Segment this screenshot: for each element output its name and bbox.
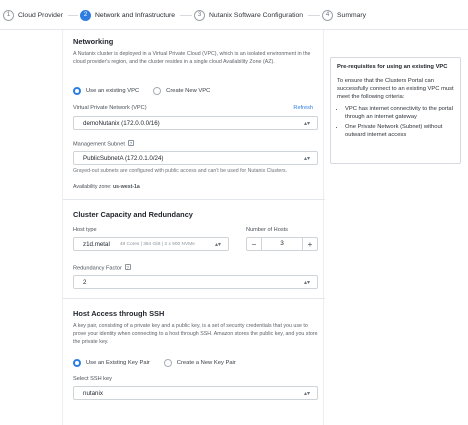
decrement-button[interactable]: − [247, 238, 261, 250]
ssh-description: A key pair, consisting of a private key … [73, 323, 318, 346]
hosts-label: Number of Hosts [246, 227, 288, 233]
panel-text: To ensure that the Clusters Portal can s… [337, 78, 454, 101]
step-number: 3 [194, 9, 205, 21]
chevron-updown-icon: ▴▾ [214, 241, 222, 248]
prerequisites-panel: Pre-requisites for using an existing VPC… [330, 57, 461, 164]
radio-selected-icon [73, 359, 81, 367]
refresh-link[interactable]: Refresh [293, 105, 313, 111]
redundancy-value: 2 [83, 278, 87, 286]
section-divider [63, 298, 325, 299]
vpc-radio-group: Use an existing VPC Create New VPC [73, 87, 224, 95]
hosts-stepper: − 3 + [246, 237, 318, 251]
redundancy-select[interactable]: 2 ▴▾ [73, 275, 318, 289]
step-connector [180, 15, 192, 16]
radio-label: Create New VPC [166, 88, 211, 94]
radio-selected-icon [73, 87, 81, 95]
radio-unselected-icon [153, 87, 162, 95]
subnet-label: Management Subnet? [73, 140, 134, 148]
subnet-select-value: PublicSubnetA (172.0.1.0/24) [83, 154, 164, 162]
help-icon[interactable]: ? [127, 140, 134, 146]
az-value: us-west-1a [113, 184, 140, 190]
vpc-label: Virtual Private Network (VPC) [73, 105, 147, 111]
vpc-select[interactable]: demoNutanix (172.0.0.0/16) ▴▾ [73, 116, 318, 130]
step-label: Nutanix Software Configuration [209, 11, 304, 19]
criteria-item: VPC has internet connectivity to the por… [345, 105, 454, 121]
az-label: Availability zone: [73, 184, 112, 190]
radio-create-new-vpc[interactable]: Create New VPC [153, 87, 210, 95]
networking-title: Networking [73, 37, 114, 46]
radio-unselected-icon [163, 359, 172, 367]
step-network-infrastructure[interactable]: 2 Network and Infrastructure [80, 9, 175, 21]
availability-zone: Availability zone: us-west-1a [73, 184, 140, 190]
radio-use-existing-vpc[interactable]: Use an existing VPC [73, 87, 139, 95]
hosts-value[interactable]: 3 [261, 238, 303, 250]
chevron-updown-icon: ▴▾ [303, 390, 311, 397]
step-number: 4 [322, 9, 333, 21]
ssh-key-label: Select SSH key [73, 376, 112, 382]
chevron-updown-icon: ▴▾ [303, 279, 311, 286]
step-cloud-provider[interactable]: 1 Cloud Provider [3, 9, 63, 21]
step-label: Network and Infrastructure [95, 11, 176, 19]
step-number: 1 [3, 9, 14, 21]
panel-title: Pre-requisites for using an existing VPC [337, 64, 448, 70]
step-connector [68, 15, 78, 16]
ssh-title: Host Access through SSH [73, 309, 165, 318]
wizard-stepper: 1 Cloud Provider 2 Network and Infrastru… [0, 0, 468, 30]
criteria-list: VPC has internet connectivity to the por… [337, 105, 454, 140]
host-type-value: z1d.metal [83, 240, 110, 248]
radio-create-new-key[interactable]: Create a New Key Pair [163, 359, 236, 367]
step-label: Summary [337, 11, 367, 19]
vpc-select-value: demoNutanix (172.0.0.0/16) [83, 119, 160, 127]
radio-label: Use an existing VPC [86, 88, 140, 94]
subnet-note: Grayed-out subnets are configured with p… [73, 168, 288, 174]
form-main: Networking A Nutanix cluster is deployed… [62, 30, 325, 425]
ssh-key-select[interactable]: nutanix ▴▾ [73, 386, 318, 400]
step-nutanix-software[interactable]: 3 Nutanix Software Configuration [194, 9, 303, 21]
step-number: 2 [80, 9, 91, 21]
step-connector [308, 15, 320, 16]
step-summary[interactable]: 4 Summary [322, 9, 366, 21]
radio-use-existing-key[interactable]: Use an Existing Key Pair [73, 359, 150, 367]
host-type-select[interactable]: z1d.metal 48 Cores | 384 GiB | 2 x 900 N… [73, 237, 229, 251]
chevron-updown-icon: ▴▾ [303, 120, 311, 127]
radio-label: Create a New Key Pair [176, 360, 236, 366]
chevron-updown-icon: ▴▾ [303, 155, 311, 162]
host-type-specs: 48 Cores | 384 GiB | 2 x 900 NVMe [119, 241, 195, 247]
networking-description: A Nutanix cluster is deployed in a Virtu… [73, 51, 311, 66]
criteria-item: One Private Network (Subnet) without out… [345, 123, 454, 139]
redundancy-label-text: Redundancy Factor [73, 265, 122, 272]
redundancy-label: Redundancy Factor? [73, 264, 131, 272]
step-label: Cloud Provider [18, 11, 63, 19]
section-divider [63, 199, 325, 200]
radio-label: Use an Existing Key Pair [86, 360, 150, 366]
ssh-key-value: nutanix [83, 389, 103, 397]
ssh-radio-group: Use an Existing Key Pair Create a New Ke… [73, 359, 250, 367]
capacity-title: Cluster Capacity and Redundancy [73, 210, 193, 219]
subnet-label-text: Management Subnet [73, 141, 125, 148]
increment-button[interactable]: + [303, 238, 317, 250]
subnet-select[interactable]: PublicSubnetA (172.0.1.0/24) ▴▾ [73, 151, 318, 165]
host-type-label: Host type [73, 227, 97, 233]
help-icon[interactable]: ? [124, 264, 131, 270]
